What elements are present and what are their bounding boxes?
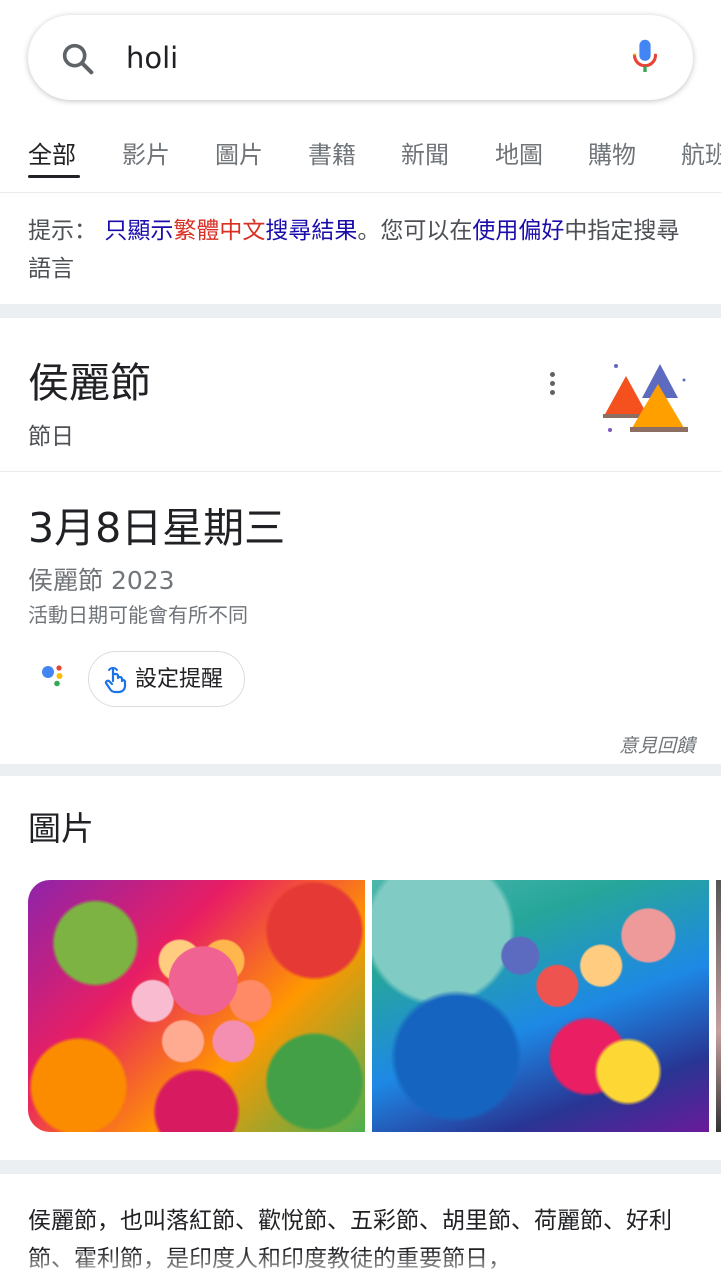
- google-assistant-icon: [42, 665, 63, 687]
- tab-news[interactable]: 新聞: [401, 138, 449, 172]
- date-disclaimer: 活動日期可能會有所不同: [28, 603, 248, 627]
- search-bar[interactable]: holi: [28, 15, 693, 100]
- language-hint: 提示： 只顯示繁體中文搜尋結果。您可以在使用偏好中指定搜尋語言: [28, 212, 693, 288]
- search-input[interactable]: holi: [126, 39, 178, 77]
- holiday-year-label: 侯麗節 2023: [28, 566, 175, 595]
- feedback-link[interactable]: 意見回饋: [619, 732, 695, 760]
- more-options-icon[interactable]: [540, 372, 564, 398]
- tab-all[interactable]: 全部: [28, 138, 76, 172]
- tab-books[interactable]: 書籍: [308, 138, 356, 172]
- link-text: 只顯示: [104, 218, 174, 244]
- divider: [0, 471, 721, 472]
- section-separator: [0, 764, 721, 776]
- entity-type: 節日: [28, 424, 74, 450]
- tab-videos[interactable]: 影片: [122, 138, 170, 172]
- microphone-icon[interactable]: [628, 37, 662, 79]
- holi-image-1[interactable]: [28, 880, 365, 1132]
- images-section-title: 圖片: [28, 809, 94, 848]
- search-tabs: 全部 影片 圖片 書籍 新聞 地圖 購物 航班: [0, 118, 721, 193]
- entity-title: 侯麗節: [28, 359, 151, 407]
- touch-hand-icon: [104, 666, 127, 694]
- set-reminder-label: 設定提醒: [135, 667, 224, 692]
- search-icon[interactable]: [58, 39, 98, 79]
- preferences-link[interactable]: 使用偏好: [472, 218, 564, 244]
- tab-maps[interactable]: 地圖: [495, 138, 543, 172]
- scroll-fade: [0, 1250, 721, 1280]
- section-separator: [0, 1160, 721, 1174]
- holi-image-2[interactable]: [372, 880, 709, 1132]
- tab-shopping[interactable]: 購物: [588, 138, 636, 172]
- active-tab-indicator: [28, 175, 80, 178]
- holi-powder-illustration: [603, 364, 688, 432]
- holiday-date: 3月8日星期三: [28, 504, 286, 552]
- section-separator: [0, 304, 721, 318]
- hint-prefix: 提示：: [28, 218, 97, 244]
- set-reminder-button[interactable]: 設定提醒: [88, 651, 245, 707]
- tab-flights[interactable]: 航班: [681, 138, 721, 172]
- tab-images[interactable]: 圖片: [215, 138, 263, 172]
- link-highlight-text: 繁體中文: [173, 218, 266, 244]
- hint-middle: 。您可以在: [357, 218, 473, 244]
- link-text: 搜尋結果: [265, 218, 358, 244]
- traditional-chinese-only-link[interactable]: 只顯示繁體中文搜尋結果: [104, 218, 357, 244]
- holi-image-3[interactable]: [716, 880, 721, 1132]
